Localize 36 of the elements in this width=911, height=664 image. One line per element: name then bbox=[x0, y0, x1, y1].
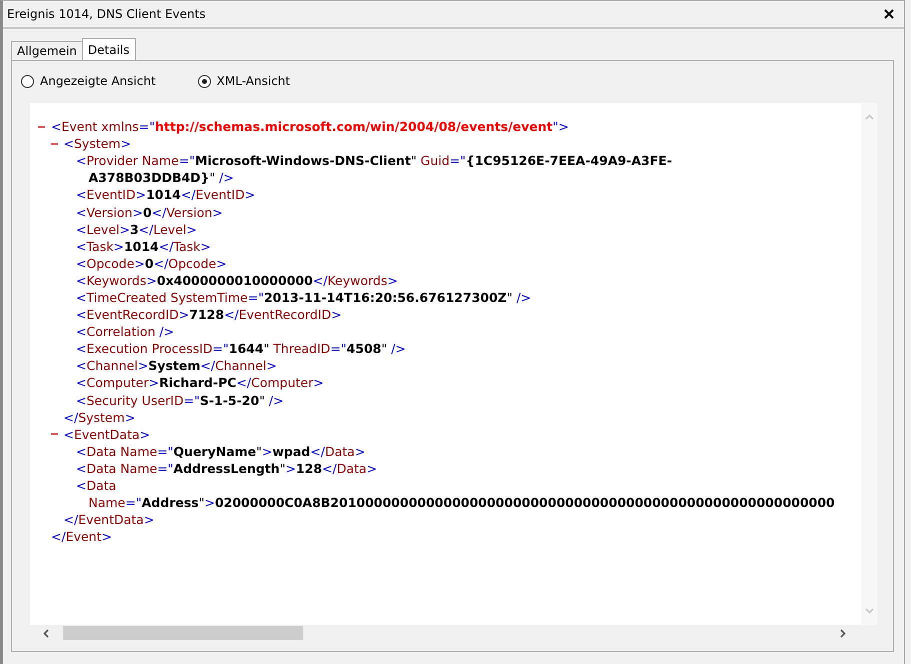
radio-label[interactable]: XML-Ansicht bbox=[216, 74, 290, 88]
xml-line: <Data bbox=[76, 478, 116, 494]
xml-line: <Security UserID="S-1-5-20" /> bbox=[76, 392, 284, 408]
chevron-left-icon[interactable] bbox=[42, 628, 51, 638]
radio-icon[interactable] bbox=[198, 74, 211, 88]
xml-line: <Opcode>0</Opcode> bbox=[76, 256, 227, 271]
xml-line: </System> bbox=[64, 410, 136, 425]
xml-line: <EventRecordID>7128</EventRecordID> bbox=[76, 307, 342, 322]
xml-line: </Event> bbox=[51, 529, 112, 544]
xml-line: <Execution ProcessID="1644" ThreadID="4508" /> bbox=[76, 341, 406, 356]
xml-line: <EventData> bbox=[64, 426, 150, 442]
radio-icon[interactable] bbox=[21, 74, 34, 88]
xml-line: <Level>3</Level> bbox=[76, 222, 197, 237]
chevron-right-icon[interactable] bbox=[838, 628, 847, 638]
xml-line: <EventID>1014</EventID> bbox=[76, 187, 256, 202]
xml-line: <Computer>Richard-PC</Computer> bbox=[76, 375, 324, 390]
window-title: Ereignis 1014, DNS Client Events bbox=[7, 7, 206, 21]
xml-line: <Correlation /> bbox=[76, 324, 174, 340]
xml-line: A378B03DDB4D}" /> bbox=[88, 170, 234, 186]
xml-line: <Data Name="QueryName">wpad</Data> bbox=[76, 444, 366, 459]
tab[interactable]: Allgemein bbox=[11, 41, 83, 60]
xml-line: </EventData> bbox=[64, 512, 154, 528]
close-button[interactable] bbox=[882, 7, 896, 21]
xml-line: <Data Name="AddressLength">128</Data> bbox=[76, 460, 378, 476]
xml-line: <Channel>System</Channel> bbox=[76, 358, 277, 374]
tab[interactable]: Details bbox=[82, 38, 136, 60]
xml-line: <Task>1014</Task> bbox=[76, 238, 211, 254]
xml-line: <Keywords>0x4000000010000000</Keywords> bbox=[76, 272, 398, 288]
xml-line: <Version>0</Version> bbox=[76, 204, 223, 220]
xml-line: <Event xmlns="http://schemas.microsoft.com/win/2004/08/events/event"> bbox=[51, 119, 569, 134]
view-radio[interactable]: XML-Ansicht bbox=[198, 74, 290, 88]
xml-line: <TimeCreated SystemTime="2013-11-14T16:20:56.676127300Z" /> bbox=[76, 290, 532, 305]
xml-line: <Provider Name="Microsoft-Windows-DNS-Client" Guid="{1C95126E-7EEA-49A9-A3FE- bbox=[76, 153, 672, 168]
xml-line: Name="Address">02000000C0A8B2010000000000000000000000000000000000000000000000000000000 bbox=[88, 495, 835, 510]
scrollbar-thumb[interactable] bbox=[63, 626, 303, 640]
xml-line: <System> bbox=[64, 136, 132, 152]
